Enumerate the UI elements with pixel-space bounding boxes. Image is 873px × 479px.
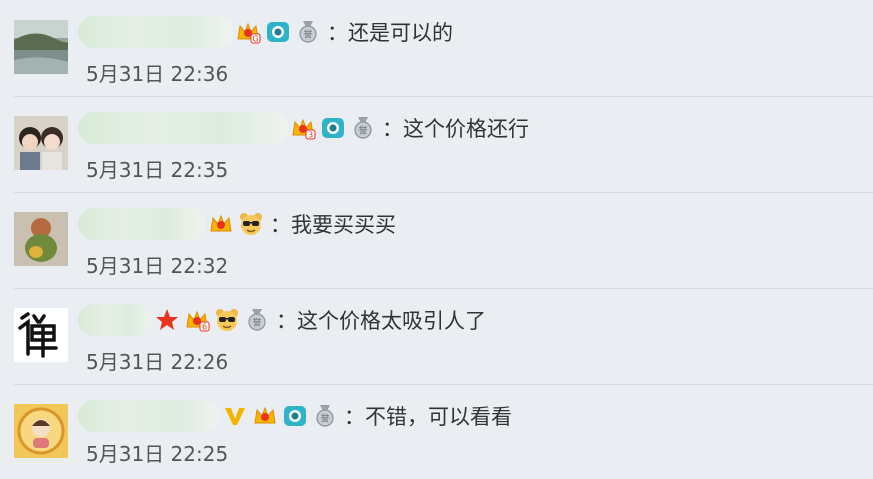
comment-text: ：这个价格还行 [382, 117, 529, 141]
svg-text:6: 6 [202, 323, 207, 332]
crown-icon: G [233, 17, 263, 47]
crown-icon [206, 209, 236, 239]
comment-timestamp: 5月31日 22:32 [86, 254, 229, 278]
cool-bear-icon [212, 305, 242, 335]
red-star-icon [152, 305, 182, 335]
v-verified-icon [220, 401, 250, 431]
svg-text:誉: 誉 [303, 29, 312, 41]
crown-icon: 6 [182, 305, 212, 335]
camera-icon [318, 113, 348, 143]
medal-icon: 誉 [242, 305, 272, 335]
avatar[interactable] [14, 20, 68, 74]
avatar[interactable] [14, 308, 68, 362]
svg-text:誉: 誉 [252, 317, 261, 329]
comment-text: ：这个价格太吸引人了 [276, 309, 486, 333]
camera-icon [263, 17, 293, 47]
comment-item: 6 誉 ：这个价格太吸引人了 5月31日 22:26 [0, 288, 873, 383]
comment-timestamp: 5月31日 22:25 [86, 442, 229, 466]
medal-icon: 誉 [293, 17, 323, 47]
medal-icon: 誉 [348, 113, 378, 143]
comment-text: ：还是可以的 [327, 21, 453, 45]
svg-text:誉: 誉 [358, 125, 367, 137]
cool-bear-icon [236, 209, 266, 239]
comment-text: ：我要买买买 [270, 213, 396, 237]
username-blurred[interactable] [78, 400, 220, 432]
crown-icon: 3 [288, 113, 318, 143]
comment-item: 3 誉 ：这个价格还行 5月31日 22:35 [0, 96, 873, 191]
comment-timestamp: 5月31日 22:26 [86, 350, 229, 374]
avatar[interactable] [14, 404, 68, 458]
crown-icon [250, 401, 280, 431]
comment-item: G 誉 ：还是可以的 5月31日 22:36 [0, 0, 873, 95]
comment-timestamp: 5月31日 22:35 [86, 158, 229, 182]
camera-icon [280, 401, 310, 431]
medal-icon: 誉 [310, 401, 340, 431]
comment-list: G 誉 ：还是可以的 5月31日 22:36 3 誉 ：这个价格还行 5月31日… [0, 0, 873, 474]
svg-text:3: 3 [308, 131, 313, 140]
comment-item: ：我要买买买 5月31日 22:32 [0, 192, 873, 287]
username-blurred[interactable] [78, 112, 288, 144]
svg-text:誉: 誉 [320, 413, 329, 425]
svg-text:G: G [252, 35, 258, 44]
comment-item: 誉 ：不错，可以看看 5月31日 22:25 [0, 384, 873, 479]
username-blurred[interactable] [78, 208, 206, 240]
avatar[interactable] [14, 116, 68, 170]
username-blurred[interactable] [78, 16, 233, 48]
avatar[interactable] [14, 212, 68, 266]
comment-text: ：不错，可以看看 [344, 405, 512, 429]
comment-timestamp: 5月31日 22:36 [86, 62, 229, 86]
username-blurred[interactable] [78, 304, 152, 336]
